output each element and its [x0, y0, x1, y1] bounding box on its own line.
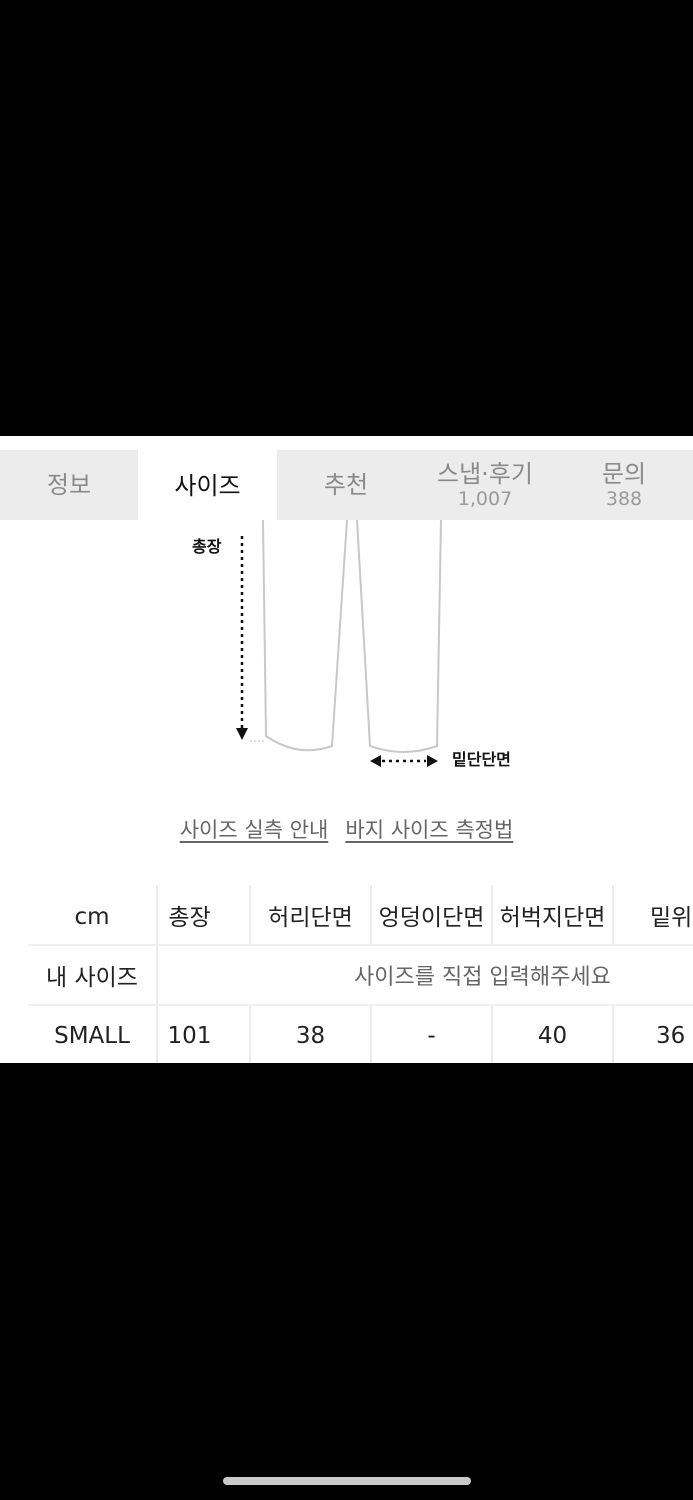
size-value-hip: -: [427, 1022, 436, 1049]
my-size-input[interactable]: 사이즈를 직접 입력해주세요: [158, 946, 693, 1004]
size-row-label: SMALL: [54, 1022, 130, 1049]
size-value-thigh: 40: [537, 1022, 568, 1049]
pants-outline-illustration: [236, 519, 442, 767]
header-length: 총장: [168, 904, 211, 931]
tab-snap-review-count: 1,007: [457, 488, 513, 510]
tab-bar: 정보 사이즈 추천 스냅·후기 1,007 문의 388: [0, 450, 693, 522]
pants-measurement-diagram: 총장 밑단단면: [0, 519, 693, 790]
tab-size-label: 사이즈: [174, 472, 241, 500]
my-size-label: 내 사이즈: [46, 965, 138, 991]
tab-info[interactable]: 정보: [0, 450, 138, 520]
header-waist: 허리단면: [268, 904, 353, 931]
header-thigh: 허벅지단면: [499, 904, 606, 931]
home-indicator[interactable]: [223, 1477, 471, 1485]
tab-recommend-label: 추천: [323, 471, 369, 499]
tab-inquiry-label: 문의: [601, 460, 647, 488]
top-black-area: [0, 0, 693, 436]
bottom-black-area: [0, 1063, 693, 1500]
size-value-waist: 38: [295, 1022, 326, 1049]
size-measurement-guide-link[interactable]: 사이즈 실측 안내: [180, 814, 329, 844]
size-panel: 정보 사이즈 추천 스냅·후기 1,007 문의 388 총장 밑단단면 사이즈…: [0, 436, 693, 1063]
tab-snap-review-label: 스냅·후기: [437, 460, 533, 488]
tab-recommend[interactable]: 추천: [277, 450, 415, 520]
size-guide-links: 사이즈 실측 안내 바지 사이즈 측정법: [0, 814, 693, 844]
header-hip: 엉덩이단면: [378, 904, 485, 931]
tab-size[interactable]: 사이즈: [138, 450, 277, 522]
header-unit: cm: [74, 903, 110, 930]
tab-inquiry[interactable]: 문의 388: [555, 450, 693, 520]
pants-measure-method-link[interactable]: 바지 사이즈 측정법: [345, 814, 513, 844]
size-value-length: 101: [167, 1022, 212, 1049]
length-label: 총장: [192, 537, 222, 556]
tab-inquiry-count: 388: [605, 488, 643, 510]
header-rise: 밑위: [650, 904, 693, 931]
hem-width-label: 밑단단면: [452, 750, 511, 769]
size-value-rise: 36: [656, 1022, 686, 1049]
tab-info-label: 정보: [46, 471, 92, 499]
tab-snap-review[interactable]: 스냅·후기 1,007: [415, 450, 555, 520]
